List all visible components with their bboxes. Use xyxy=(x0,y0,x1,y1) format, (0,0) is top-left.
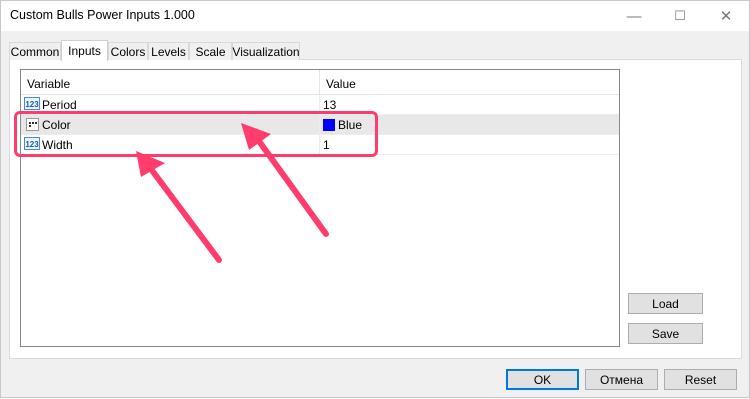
value-text: 1 xyxy=(323,138,330,152)
load-button[interactable]: Load xyxy=(628,293,703,314)
variable-name: Width xyxy=(42,138,73,152)
reset-button[interactable]: Reset xyxy=(664,369,737,390)
tab-common[interactable]: Common xyxy=(9,42,61,60)
column-header-value[interactable]: Value xyxy=(326,77,356,91)
save-button[interactable]: Save xyxy=(628,323,703,344)
cell-divider xyxy=(319,115,320,135)
cell-divider xyxy=(319,95,320,115)
color-swatch xyxy=(323,119,335,131)
variable-name: Color xyxy=(42,118,71,132)
grid-header: Variable Value xyxy=(21,70,619,95)
row-divider xyxy=(21,154,619,155)
svg-text:123: 123 xyxy=(25,140,39,149)
numeric-123-icon: 123 xyxy=(24,97,40,110)
maximize-icon[interactable]: ☐ xyxy=(657,1,703,31)
column-divider[interactable] xyxy=(319,70,320,94)
title-bar[interactable]: Custom Bulls Power Inputs 1.000 — ☐ ✕ xyxy=(1,1,749,31)
table-row-selected[interactable]: Color Blue xyxy=(21,115,619,135)
table-row[interactable]: 123 Width 1 xyxy=(21,135,619,155)
inputs-grid: Variable Value 123 Period 13 Color Blue … xyxy=(20,69,620,347)
tab-scale[interactable]: Scale xyxy=(189,42,232,60)
ok-button[interactable]: OK xyxy=(506,369,579,390)
minimize-icon[interactable]: — xyxy=(611,1,657,31)
numeric-123-icon: 123 xyxy=(24,137,40,150)
variable-name: Period xyxy=(42,98,77,112)
cancel-button[interactable]: Отмена xyxy=(585,369,658,390)
column-header-variable[interactable]: Variable xyxy=(27,77,70,91)
close-icon[interactable]: ✕ xyxy=(703,1,749,31)
variable-value[interactable]: Blue xyxy=(323,118,362,132)
variable-value[interactable]: 13 xyxy=(323,98,336,112)
svg-text:123: 123 xyxy=(25,100,39,109)
value-text: Blue xyxy=(338,118,363,132)
variable-value[interactable]: 1 xyxy=(323,138,330,152)
value-text: 13 xyxy=(323,98,337,112)
tab-levels[interactable]: Levels xyxy=(148,42,189,60)
tab-inputs[interactable]: Inputs xyxy=(61,40,108,61)
tab-visualization[interactable]: Visualization xyxy=(232,42,300,60)
cell-divider xyxy=(319,135,320,155)
dialog-window: Custom Bulls Power Inputs 1.000 — ☐ ✕ Co… xyxy=(0,0,750,398)
table-row[interactable]: 123 Period 13 xyxy=(21,95,619,115)
tab-colors[interactable]: Colors xyxy=(108,42,148,60)
enum-list-icon xyxy=(26,118,39,131)
window-title: Custom Bulls Power Inputs 1.000 xyxy=(10,8,195,22)
